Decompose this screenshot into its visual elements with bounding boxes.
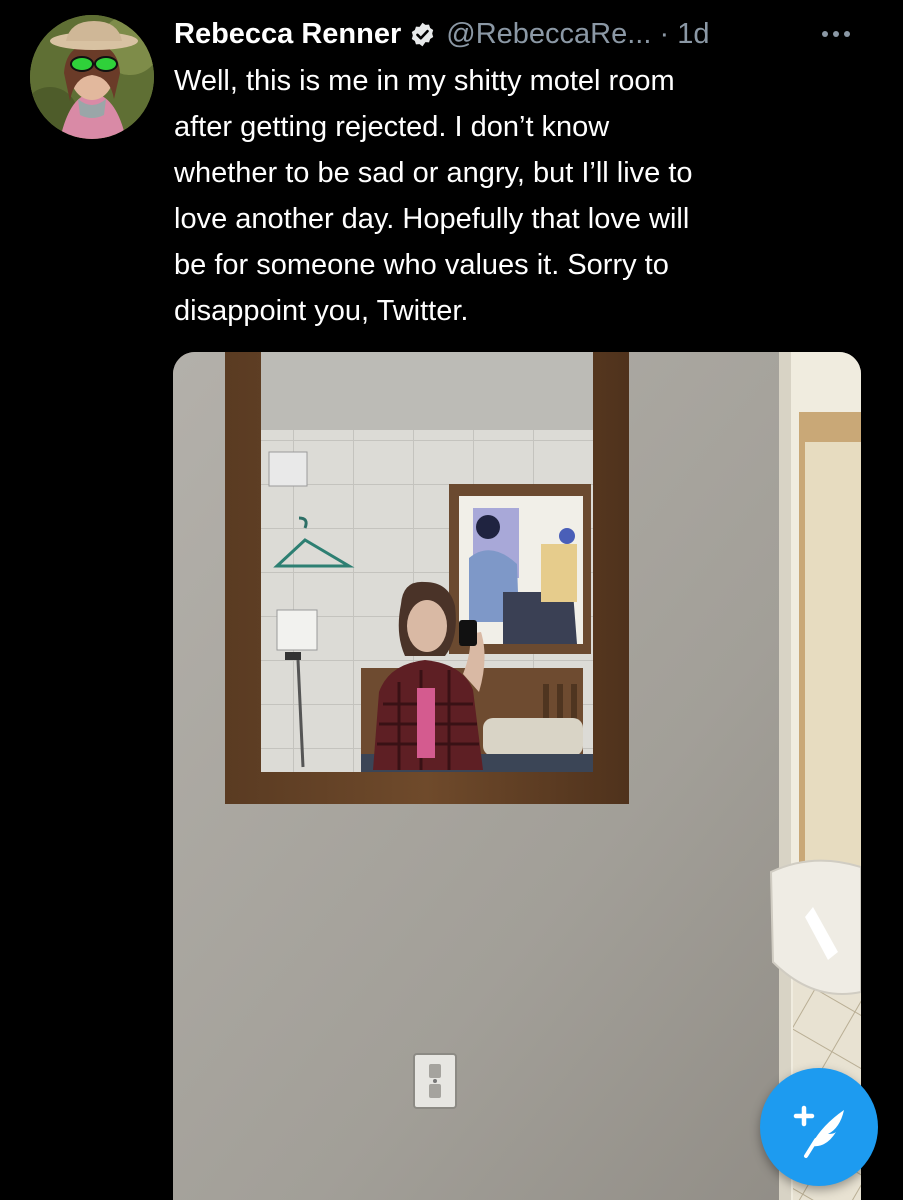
author-handle-and-time[interactable]: @RebeccaRe... · 1d [446, 18, 709, 51]
avatar-image [30, 15, 154, 139]
more-dot [822, 31, 828, 37]
mirror-selfie-photo [173, 352, 861, 1200]
more-dot [844, 31, 850, 37]
verified-badge-icon [412, 22, 434, 46]
compose-tweet-button[interactable] [760, 1068, 878, 1186]
more-options-icon[interactable] [822, 26, 862, 42]
tweet-text: Well, this is me in my shitty motel room… [174, 65, 693, 327]
tweet-photo[interactable] [173, 352, 861, 1200]
author-avatar[interactable] [30, 15, 154, 139]
author-name[interactable]: Rebecca Renner [174, 18, 401, 51]
more-dot [833, 31, 839, 37]
tweet-header: Rebecca Renner @RebeccaRe... · 1d [174, 14, 709, 54]
compose-tweet-icon [793, 1105, 844, 1158]
